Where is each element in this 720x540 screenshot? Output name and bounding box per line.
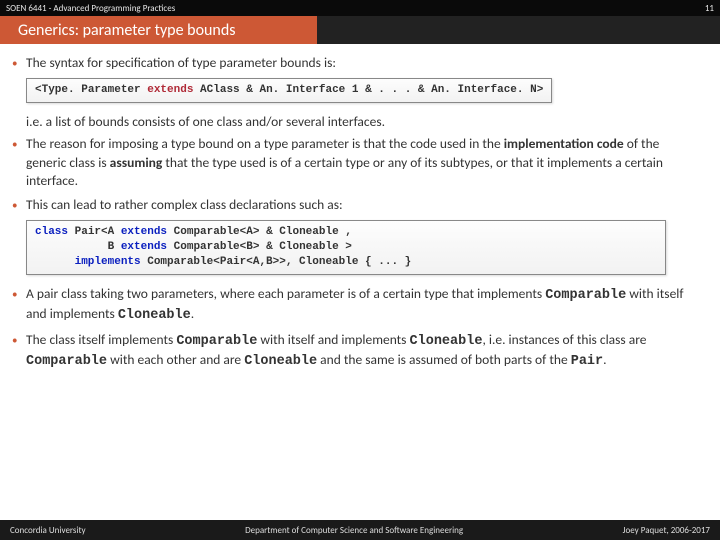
continuation-text: i.e. a list of bounds consists of one cl… <box>26 113 700 131</box>
text-run: The class itself implements <box>26 331 176 348</box>
text-mono: Comparable <box>545 288 626 303</box>
text-run: and the same is assumed of both parts of… <box>317 351 571 368</box>
code-block-pair: class Pair<A extends Comparable<A> & Clo… <box>26 220 666 275</box>
text-bold: assuming <box>110 154 163 171</box>
bullet-text: This can lead to rather complex class de… <box>26 196 700 214</box>
code-block-syntax: <Type. Parameter extends AClass & An. In… <box>26 78 552 103</box>
bullet-marker: • <box>12 285 26 325</box>
bullet-marker: • <box>12 54 26 72</box>
bullet-text: The reason for imposing a type bound on … <box>26 135 700 190</box>
code-token <box>35 256 75 268</box>
code-keyword: class <box>35 226 68 238</box>
text-run: A pair class taking two parameters, wher… <box>26 285 545 302</box>
code-keyword: extends <box>147 84 193 96</box>
bullet-item: • This can lead to rather complex class … <box>12 196 700 214</box>
text-mono: Pair <box>571 354 603 369</box>
footer-left: Concordia University <box>10 525 86 536</box>
bullet-item: • A pair class taking two parameters, wh… <box>12 285 700 325</box>
text-mono: Cloneable <box>244 354 317 369</box>
footer-bar: Concordia University Department of Compu… <box>0 520 720 540</box>
bullet-item: • The reason for imposing a type bound o… <box>12 135 700 190</box>
text-run: The reason for imposing a type bound on … <box>26 135 504 152</box>
bullet-marker: • <box>12 135 26 190</box>
text-mono: Comparable <box>26 354 107 369</box>
slide-content: • The syntax for specification of type p… <box>0 44 720 372</box>
text-bold: implementation code <box>504 135 624 152</box>
code-token: B <box>35 241 121 253</box>
header-bar: SOEN 6441 - Advanced Programming Practic… <box>0 0 720 16</box>
slide-title-bar: Generics: parameter type bounds <box>0 16 720 44</box>
code-token: Pair<A <box>68 226 121 238</box>
code-token: AClass & An. Interface 1 & . . . & An. I… <box>193 84 536 96</box>
bullet-text: The syntax for specification of type par… <box>26 54 700 72</box>
bullet-item: • The syntax for specification of type p… <box>12 54 700 72</box>
code-keyword: extends <box>121 226 167 238</box>
text-run: , i.e. instances of this class are <box>482 331 646 348</box>
bullet-text: The class itself implements Comparable w… <box>26 331 700 371</box>
code-token: < <box>35 84 42 96</box>
bullet-item: • The class itself implements Comparable… <box>12 331 700 371</box>
code-keyword: implements <box>75 256 141 268</box>
text-run: . <box>191 305 194 322</box>
text-mono: Comparable <box>176 334 257 349</box>
code-token: Type. Parameter <box>42 84 148 96</box>
bullet-text: A pair class taking two parameters, wher… <box>26 285 700 325</box>
text-run: with itself and implements <box>257 331 409 348</box>
page-number: 11 <box>705 3 714 14</box>
code-token: Comparable<Pair<A,B>>, Cloneable { ... } <box>141 256 412 268</box>
text-mono: Cloneable <box>410 334 483 349</box>
code-token: Comparable<A> & Cloneable , <box>167 226 352 238</box>
course-code: SOEN 6441 - Advanced Programming Practic… <box>6 3 175 14</box>
bullet-marker: • <box>12 196 26 214</box>
code-keyword: extends <box>121 241 167 253</box>
code-token: Comparable<B> & Cloneable > <box>167 241 352 253</box>
text-run: . <box>603 351 606 368</box>
slide-title: Generics: parameter type bounds <box>18 21 235 40</box>
bullet-marker: • <box>12 331 26 371</box>
code-token: > <box>537 84 544 96</box>
text-run: with each other and are <box>107 351 244 368</box>
footer-right: Joey Paquet, 2006-2017 <box>623 525 710 536</box>
footer-center: Department of Computer Science and Softw… <box>245 525 463 536</box>
text-mono: Cloneable <box>118 308 191 323</box>
